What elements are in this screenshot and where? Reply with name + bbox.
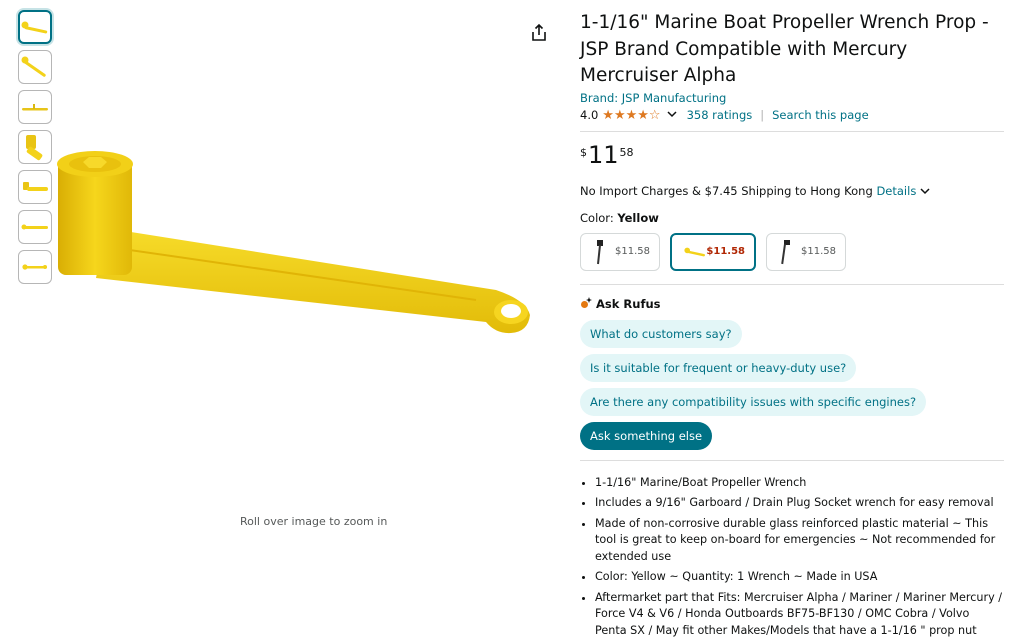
ask-something-else-button[interactable]: Ask something else — [580, 421, 713, 450]
divider — [580, 459, 1004, 461]
thumbnail-3[interactable] — [18, 90, 52, 124]
thumbnail-strip — [18, 10, 56, 290]
color-value: Yellow — [617, 210, 659, 225]
separator: | — [760, 108, 765, 122]
list-item: 1-1/16" Marine/Boat Propeller Wrench — [595, 475, 1004, 492]
thumbnail-6[interactable] — [18, 210, 52, 244]
search-this-page-link[interactable]: Search this page — [772, 108, 869, 122]
rufus-title: Ask Rufus — [596, 297, 661, 311]
rating-row: 4.0 ★★★★☆ 358 ratings | Search this page — [580, 108, 1004, 123]
ratings-count-link[interactable]: 358 ratings — [687, 108, 753, 122]
color-swatches: $11.58 $11.58 $11.58 — [580, 232, 1004, 271]
list-item: Includes a 9/16" Garboard / Drain Plug S… — [595, 495, 1004, 512]
rufus-chips: What do customers say? Is it suitable for… — [580, 319, 1004, 456]
product-details: 1-1/16" Marine Boat Propeller Wrench Pro… — [580, 10, 1004, 643]
price-whole: 11 — [588, 140, 619, 169]
thumbnail-2[interactable] — [18, 50, 52, 84]
main-product-image[interactable] — [56, 150, 536, 340]
color-label: Color: Yellow — [580, 210, 659, 225]
rufus-header: Ask Rufus — [580, 296, 1004, 312]
rufus-question-chip[interactable]: Is it suitable for frequent or heavy-dut… — [580, 353, 857, 382]
list-item: Aftermarket part that Fits: Mercruiser A… — [595, 590, 1004, 640]
thumbnail-1[interactable] — [18, 10, 52, 44]
divider — [580, 130, 1004, 132]
swatch-option-2[interactable]: $11.58 — [670, 232, 756, 271]
rating-value: 4.0 — [580, 108, 599, 122]
product-title: 1-1/16" Marine Boat Propeller Wrench Pro… — [580, 12, 989, 86]
share-icon[interactable] — [528, 22, 550, 44]
rufus-sparkle-icon — [580, 296, 592, 312]
yellow-wrench-icon — [684, 247, 705, 256]
swatch-option-1[interactable]: $11.58 — [580, 232, 660, 271]
star-rating-icon[interactable]: ★★★★☆ — [602, 108, 660, 123]
price-fraction: 58 — [619, 145, 634, 159]
details-link[interactable]: Details — [876, 184, 916, 198]
chevron-down-icon[interactable] — [920, 184, 930, 198]
rufus-question-chip[interactable]: What do customers say? — [580, 319, 742, 348]
list-item: Made of non-corrosive durable glass rein… — [595, 516, 1004, 566]
swatch-option-3[interactable]: $11.58 — [766, 232, 846, 271]
price-symbol: $ — [580, 145, 587, 159]
thumbnail-5[interactable] — [18, 170, 52, 204]
brand-link[interactable]: Brand: JSP Manufacturing — [580, 91, 1004, 105]
divider — [580, 283, 1004, 285]
rufus-question-chip[interactable]: Are there any compatibility issues with … — [580, 387, 927, 416]
black-wrench-icon — [597, 239, 603, 264]
price: $ 11 58 — [580, 143, 1004, 173]
zoom-hint: Roll over image to zoom in — [240, 515, 388, 528]
feature-bullets: 1-1/16" Marine/Boat Propeller Wrench Inc… — [580, 475, 1004, 640]
chevron-down-icon[interactable] — [667, 110, 677, 121]
list-item: Color: Yellow ~ Quantity: 1 Wrench ~ Mad… — [595, 569, 1004, 586]
shipping-info: No Import Charges & $7.45 Shipping to Ho… — [580, 184, 1004, 198]
black-wrench-icon — [781, 239, 790, 264]
thumbnail-7[interactable] — [18, 250, 52, 284]
thumbnail-4[interactable] — [18, 130, 52, 164]
shipping-text: No Import Charges & $7.45 Shipping to Ho… — [580, 183, 873, 198]
